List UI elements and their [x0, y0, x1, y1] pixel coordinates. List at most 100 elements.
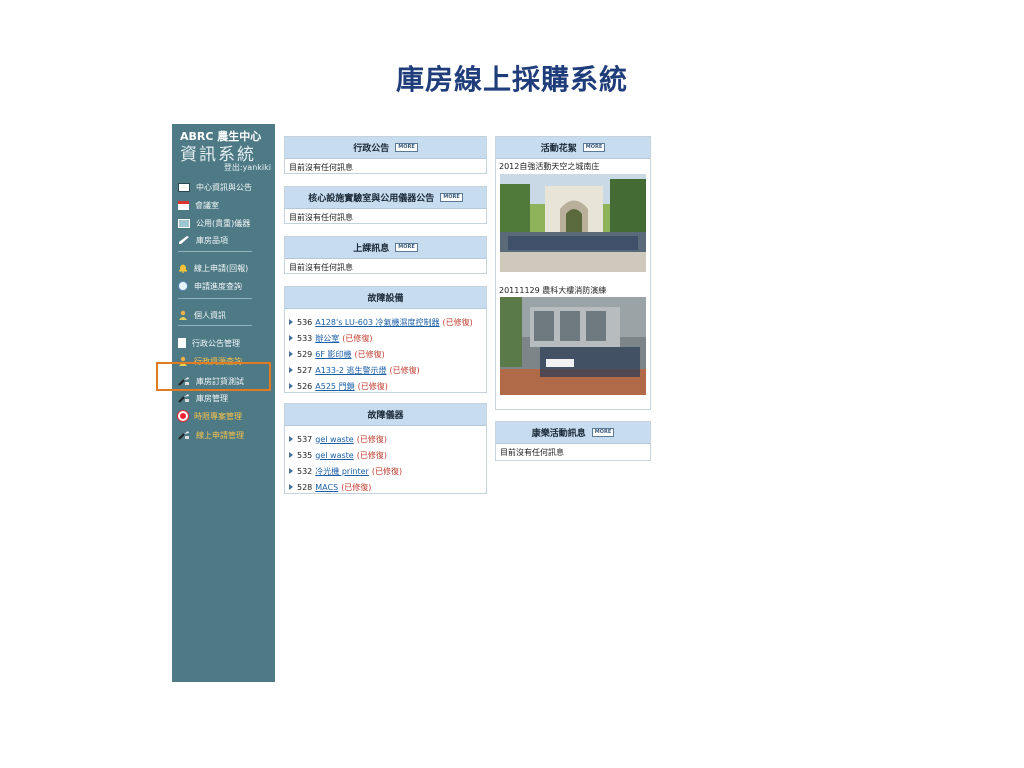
arrow-right-icon: [289, 383, 293, 389]
tool-icon: [178, 430, 190, 440]
sidebar-item-label: 行政公告管理: [192, 338, 240, 348]
photo-caption: 2012自強活動天空之城南庄: [499, 162, 600, 171]
panel-header: 故障設備: [285, 287, 486, 309]
item-link[interactable]: A525 門鎖: [315, 381, 354, 392]
list-item: 527 A133-2 逃生警示燈 (已修復): [289, 362, 482, 378]
arrow-right-icon: [289, 436, 293, 442]
arrow-right-icon: [289, 452, 293, 458]
panel-core-facility: 核心設施實驗室與公用儀器公告 MORE 目前沒有任何訊息: [284, 186, 487, 224]
panel-title: 故障儀器: [367, 411, 404, 421]
item-link[interactable]: MACS: [315, 483, 338, 492]
item-number: 537: [297, 434, 313, 444]
sidebar-item-meeting-room[interactable]: 會議室: [178, 198, 219, 212]
panel-message: 目前沒有任何訊息: [500, 448, 564, 457]
item-link[interactable]: A128's LU-603 冷氣機濕度控制器: [315, 317, 439, 328]
sidebar-divider: [178, 251, 252, 252]
tool-icon: [178, 393, 190, 403]
item-status: (已修復): [354, 349, 385, 359]
logout-link[interactable]: 登出:yankiki: [224, 162, 271, 173]
item-link[interactable]: gel waste: [315, 451, 353, 460]
panel-title: 康樂活動訊息: [531, 429, 586, 439]
item-link[interactable]: 辦公室: [315, 333, 339, 344]
id-card-icon: [178, 182, 190, 192]
more-button[interactable]: MORE: [395, 143, 418, 152]
sidebar-item-label: 時限專案管理: [194, 411, 242, 421]
panel-title: 上課訊息: [353, 244, 390, 254]
item-status: (已修復): [371, 466, 403, 476]
sidebar-divider: [178, 325, 252, 326]
sidebar: ABRC 農生中心 資訊系統 登出:yankiki 中心資訊與公告 會議室 公用…: [172, 124, 275, 682]
panel-admin-notice: 行政公告 MORE 目前沒有任何訊息: [284, 136, 487, 174]
item-number: 532: [297, 466, 313, 476]
person-icon: [178, 310, 188, 320]
list-item: 536 A128's LU-603 冷氣機濕度控制器 (已修復): [289, 314, 482, 330]
activity-photo-2[interactable]: [500, 297, 646, 395]
panel-message: 目前沒有任何訊息: [289, 163, 353, 172]
sidebar-item-deadline-project-mgmt[interactable]: 時限專案管理: [178, 409, 242, 423]
panel-activity-highlights: 活動花絮 MORE 2012自強活動天空之城南庄 20111129 農科大樓消防…: [495, 136, 651, 410]
highlight-annotation-box: [156, 362, 271, 391]
list-item: 535 gel waste (已修復): [289, 447, 482, 463]
panel-header: 故障儀器: [285, 404, 486, 426]
item-status: (已修復): [341, 482, 372, 492]
item-link[interactable]: 6F 影印機: [315, 349, 351, 360]
arrow-right-icon: [289, 335, 293, 341]
sidebar-item-label: 線上申請(回報): [194, 263, 249, 273]
sidebar-item-online-apply-mgmt[interactable]: 線上申請管理: [178, 428, 244, 442]
arrow-right-icon: [289, 319, 293, 325]
sidebar-item-label: 庫房管理: [196, 393, 228, 403]
item-status: (已修復): [442, 317, 473, 327]
more-button[interactable]: MORE: [582, 143, 606, 152]
globe-icon: [178, 281, 188, 291]
item-status: (已修復): [356, 450, 387, 460]
more-button[interactable]: MORE: [395, 243, 418, 252]
panel-broken-equipment: 故障設備 536 A128's LU-603 冷氣機濕度控制器 (已修復) 53…: [284, 286, 487, 393]
panel-broken-instruments: 故障儀器 537 gel waste (已修復) 535 gel waste (…: [284, 403, 487, 494]
sidebar-item-label: 公用(貴重)儀器: [196, 218, 251, 228]
sidebar-item-stock-items[interactable]: 庫房品項: [178, 233, 228, 247]
sidebar-item-center-info[interactable]: 中心資訊與公告: [178, 180, 252, 194]
panel-title: 核心設施實驗室與公用儀器公告: [308, 194, 435, 204]
panel-message: 目前沒有任何訊息: [289, 263, 353, 272]
panel-title: 活動花絮: [540, 144, 577, 154]
panel-title: 行政公告: [353, 144, 390, 154]
panel-class-info: 上課訊息 MORE 目前沒有任何訊息: [284, 236, 487, 274]
item-link[interactable]: A133-2 逃生警示燈: [315, 365, 386, 376]
item-status: (已修復): [356, 434, 387, 444]
item-link[interactable]: 冷光機 printer: [315, 466, 369, 477]
list-item: 528 MACS (已修復): [289, 479, 482, 495]
panel-header: 康樂活動訊息 MORE: [496, 422, 650, 444]
sidebar-item-progress-query[interactable]: 申請進度查詢: [178, 279, 242, 293]
sidebar-item-label: 庫房品項: [196, 235, 228, 245]
arrow-right-icon: [289, 351, 293, 357]
item-number: 529: [297, 349, 313, 359]
item-number: 535: [297, 450, 313, 460]
document-icon: [178, 338, 186, 348]
panel-title: 故障設備: [367, 294, 404, 304]
more-button[interactable]: MORE: [591, 428, 615, 437]
arrow-right-icon: [289, 367, 293, 373]
item-status: (已修復): [357, 381, 388, 391]
panel-header: 行政公告 MORE: [285, 137, 486, 159]
sidebar-item-label: 中心資訊與公告: [196, 182, 252, 192]
pencil-icon: [178, 235, 190, 245]
sidebar-item-label: 線上申請管理: [196, 430, 244, 440]
list-item: 537 gel waste (已修復): [289, 431, 482, 447]
sidebar-item-personal-info[interactable]: 個人資訊: [178, 308, 226, 322]
list-item: 529 6F 影印機 (已修復): [289, 346, 482, 362]
sidebar-item-admin-notice-mgmt[interactable]: 行政公告管理: [178, 336, 240, 350]
item-number: 533: [297, 333, 313, 343]
sidebar-item-label: 會議室: [195, 200, 219, 210]
bell-icon: [178, 263, 188, 273]
more-button[interactable]: MORE: [440, 193, 463, 202]
activity-photo-1[interactable]: [500, 174, 646, 272]
item-number: 526: [297, 381, 313, 391]
monitor-icon: [178, 218, 190, 228]
sidebar-item-public-instruments[interactable]: 公用(貴重)儀器: [178, 216, 250, 230]
list-item: 526 A525 門鎖 (已修復): [289, 378, 482, 394]
sidebar-item-stock-mgmt[interactable]: 庫房管理: [178, 391, 228, 405]
sidebar-item-online-apply[interactable]: 線上申請(回報): [178, 261, 248, 275]
target-icon: [178, 411, 188, 421]
arrow-right-icon: [289, 484, 293, 490]
item-link[interactable]: gel waste: [315, 435, 353, 444]
